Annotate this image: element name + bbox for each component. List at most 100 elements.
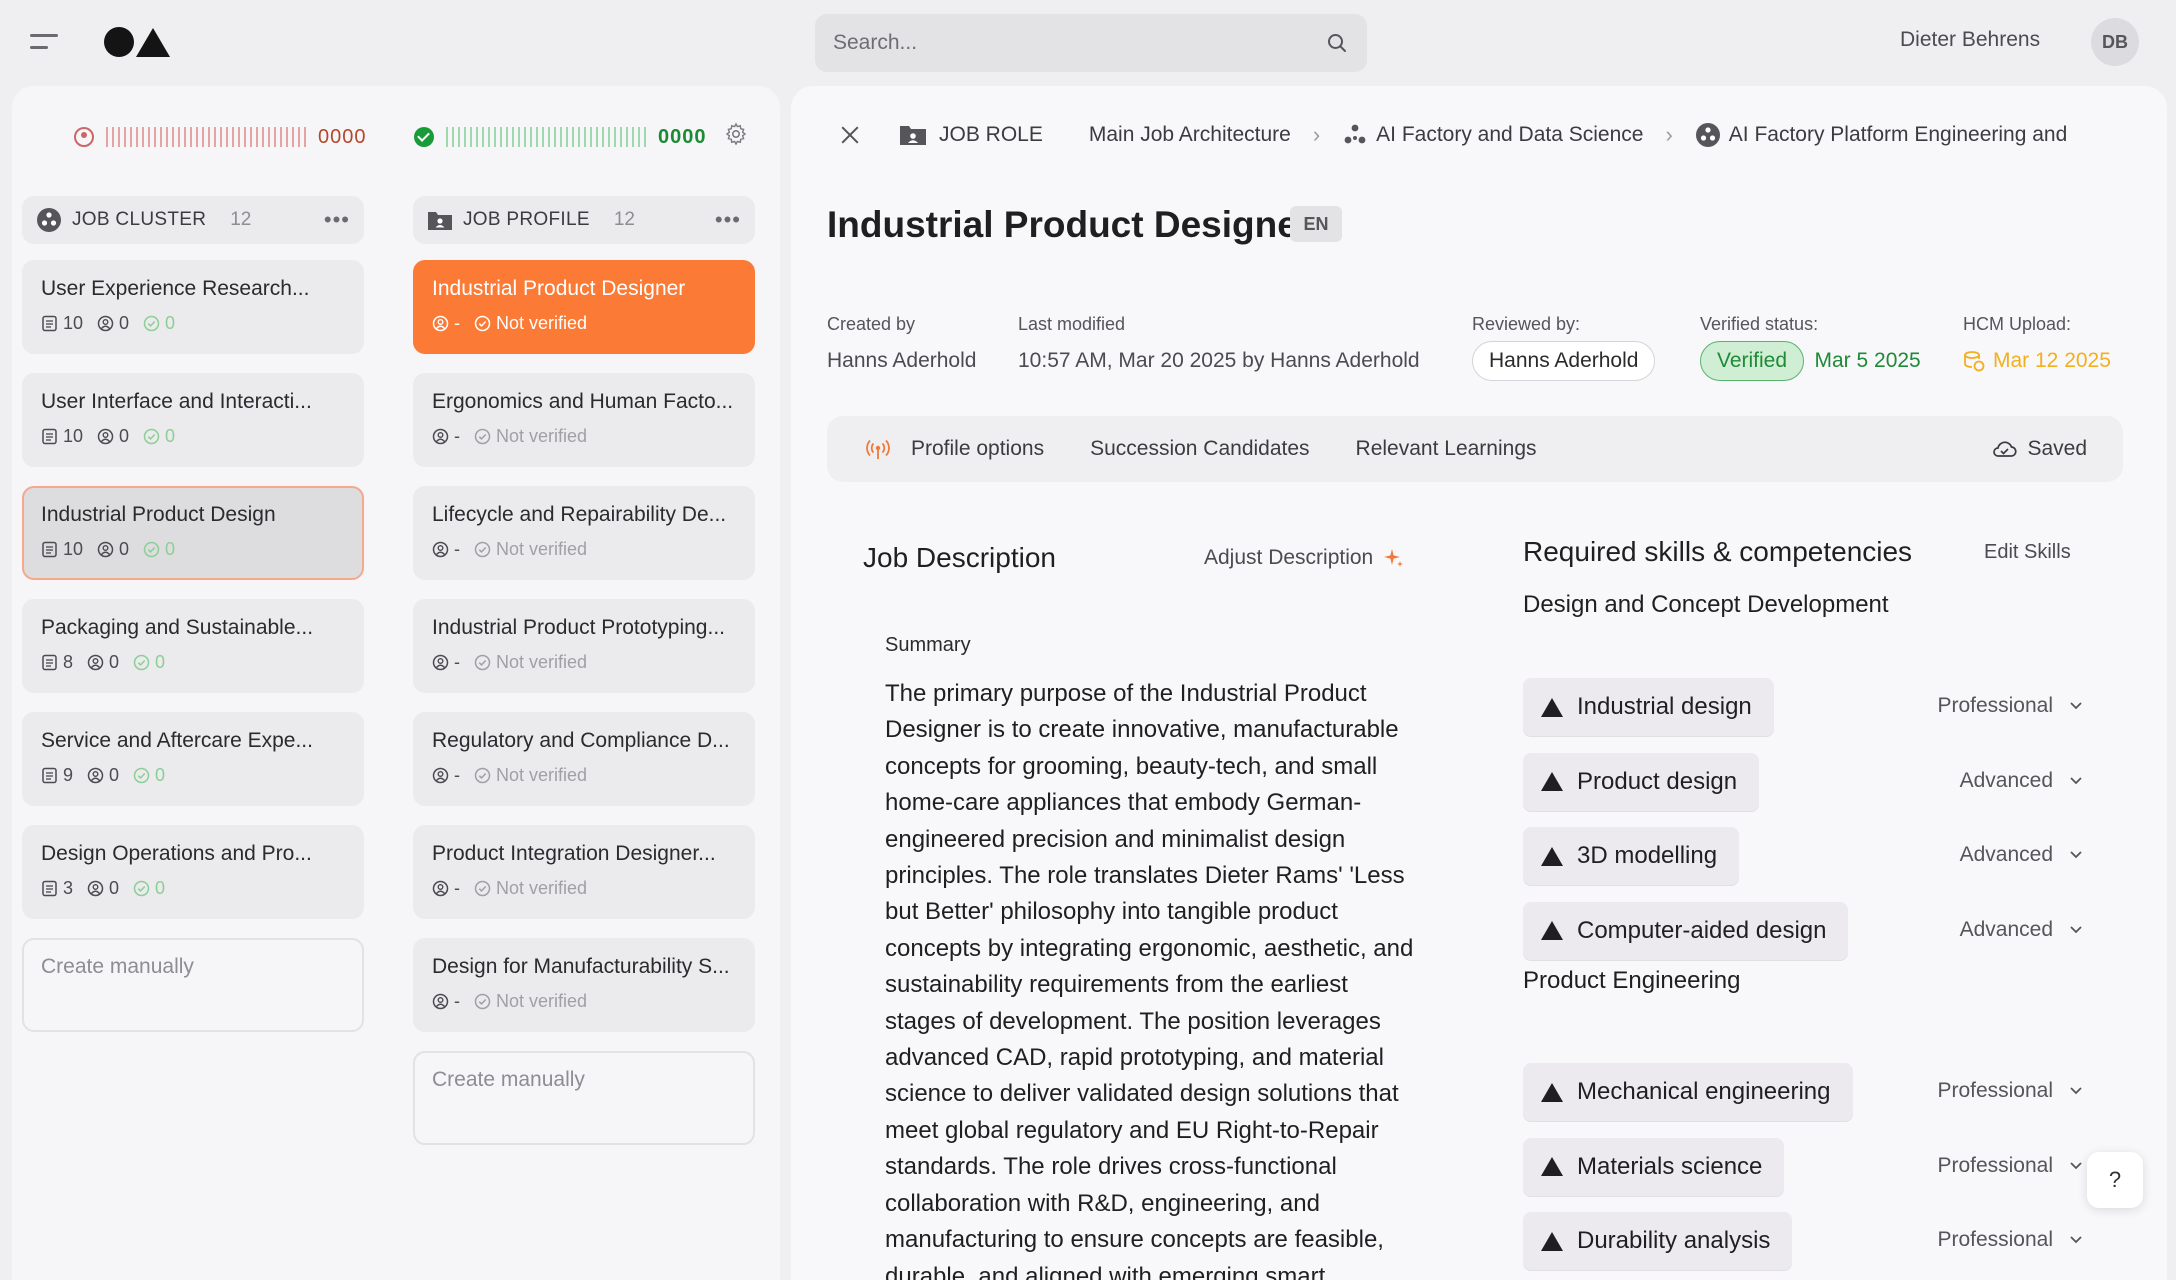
skill-level-select[interactable]: Professional [1937,1079,2083,1103]
job-profile-card[interactable]: Regulatory and Compliance D... - Not ver… [413,712,755,806]
triangle-icon [1541,1157,1563,1176]
language-badge[interactable]: EN [1290,206,1342,242]
job-profile-card[interactable]: Industrial Product Designer - Not verifi… [413,260,755,354]
people-count: - [432,539,460,560]
job-profile-card[interactable]: Product Integration Designer... - Not ve… [413,825,755,919]
cluster-name: User Experience Research... [41,277,310,300]
skill-chip[interactable]: Computer-aided design [1523,901,1849,960]
skill-chip[interactable]: Mechanical engineering [1523,1063,1853,1121]
verification-status-value: Not verified [496,426,588,446]
document-count-value: 9 [63,765,74,785]
skill-row: 3D modelling Advanced [1523,827,2083,885]
more-options-icon[interactable]: ••• [324,207,350,233]
skill-chip[interactable]: Durability analysis [1523,1212,1793,1270]
breadcrumb-item[interactable]: AI Factory and Data Science [1376,123,1643,147]
person-circle-icon [87,880,104,897]
job-profile-card[interactable]: Industrial Product Prototyping... - Not … [413,599,755,693]
skill-chip[interactable]: Materials science [1523,1137,1785,1196]
verified-count-value: 0 [155,878,166,898]
job-profile-count: 12 [613,209,635,230]
check-circle-icon [474,880,491,897]
close-icon[interactable] [841,126,859,144]
skill-row: Materials science Professional [1523,1137,2083,1196]
chevron-down-icon [2070,851,2082,859]
skill-level-select[interactable]: Professional [1937,1228,2083,1252]
hcm-upload-date: Mar 12 2025 [1993,349,2111,372]
search-input[interactable] [833,31,1325,55]
chevron-down-icon [2070,925,2082,933]
gear-icon[interactable] [724,122,748,146]
people-count-value: 0 [109,652,120,672]
job-cluster-card[interactable]: Service and Aftercare Expe... 9 0 0 [22,712,364,806]
people-count: - [432,878,460,899]
people-count-value: 0 [119,313,130,333]
unverified-progress: 0000 [74,122,367,152]
skill-level-select[interactable]: Advanced [1960,918,2083,942]
job-profile-card[interactable]: Lifecycle and Repairability De... - Not … [413,486,755,580]
verification-status: Not verified [474,878,587,899]
job-cluster-card[interactable]: User Experience Research... 10 0 0 [22,260,364,354]
document-count: 9 [41,765,73,786]
profile-stats: - Not verified [432,652,736,673]
verification-status: Not verified [474,652,587,673]
reviewer-pill[interactable]: Hanns Aderhold [1472,341,1656,381]
skill-chip[interactable]: Industrial design [1523,678,1774,736]
search-icon[interactable] [1325,31,1349,55]
people-count: 0 [87,652,119,673]
skill-level-select[interactable]: Advanced [1960,843,2083,867]
profile-name: Industrial Product Prototyping... [432,616,725,639]
app-logo[interactable] [104,26,176,58]
document-count: 10 [41,539,83,560]
job-profile-card[interactable]: Design for Manufacturability S... - Not … [413,938,755,1032]
create-profile-button[interactable]: Create manually [413,1051,755,1145]
person-circle-icon [432,767,449,784]
help-button[interactable]: ? [2087,1152,2143,1208]
create-manually-label: Create manually [432,1068,585,1091]
job-cluster-card[interactable]: Design Operations and Pro... 3 0 0 [22,825,364,919]
person-circle-icon [432,541,449,558]
job-profile-card[interactable]: Ergonomics and Human Facto... - Not veri… [413,373,755,467]
job-cluster-card[interactable]: Industrial Product Design 10 0 0 [22,486,364,580]
more-options-icon[interactable]: ••• [715,207,741,233]
user-name[interactable]: Dieter Behrens [1900,28,2040,52]
skill-level-select[interactable]: Professional [1937,694,2083,718]
people-count-value: - [454,991,460,1011]
skill-name: Product design [1577,767,1738,795]
job-cluster-card[interactable]: User Interface and Interacti... 10 0 0 [22,373,364,467]
breadcrumb-type: JOB ROLE [939,123,1043,146]
job-description-title: Job Description [863,542,1056,573]
menu-icon[interactable] [30,30,64,54]
tab-profile-options[interactable]: Profile options [911,437,1044,461]
tab-relevant-learnings[interactable]: Relevant Learnings [1356,437,1537,461]
person-circle-icon [432,880,449,897]
breadcrumb-item[interactable]: Main Job Architecture [1089,123,1291,147]
status-badge[interactable]: Verified [1700,341,1805,381]
people-count-value: - [454,426,460,446]
job-cluster-card[interactable]: Packaging and Sustainable... 8 0 0 [22,599,364,693]
avatar[interactable]: DB [2091,18,2139,66]
document-icon [42,654,57,671]
saved-label: Saved [2027,437,2087,460]
profile-stats: - Not verified [432,878,736,899]
verification-status-value: Not verified [496,765,588,785]
profile-name: Regulatory and Compliance D... [432,729,730,752]
skill-row: Computer-aided design Advanced [1523,901,2083,960]
verification-status-value: Not verified [496,539,588,559]
edit-skills-button[interactable]: Edit Skills [1984,541,2071,564]
profile-stats: - Not verified [432,991,736,1012]
cluster-name: Industrial Product Design [41,503,276,526]
created-by: Created by Hanns Aderhold [827,314,976,373]
skill-level-select[interactable]: Professional [1937,1154,2083,1178]
breadcrumb-item[interactable]: AI Factory Platform Engineering and [1729,123,2068,147]
skill-chip[interactable]: Product design [1523,752,1760,811]
people-count-value: 0 [119,539,130,559]
create-cluster-button[interactable]: Create manually [22,938,364,1032]
adjust-description-button[interactable]: Adjust Description [1204,546,1405,570]
tab-succession-candidates[interactable]: Succession Candidates [1090,437,1309,461]
skill-chip[interactable]: 3D modelling [1523,827,1740,885]
skill-level-select[interactable]: Advanced [1960,769,2083,793]
triangle-icon [1541,697,1563,717]
verification-status: Not verified [474,991,587,1012]
check-circle-icon [414,127,434,147]
last-modified-label: Last modified [1018,314,1126,334]
